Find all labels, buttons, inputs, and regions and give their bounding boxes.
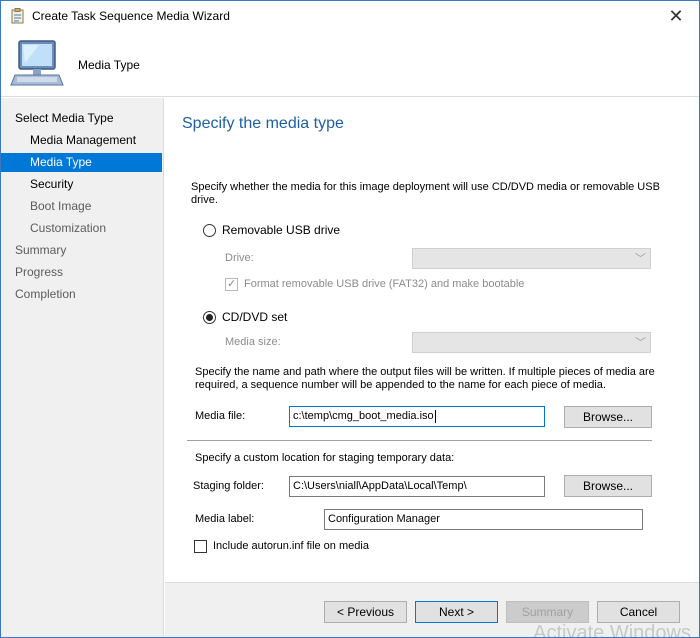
nav-item-completion[interactable]: Completion xyxy=(1,285,162,304)
nav-item-customization[interactable]: Customization xyxy=(1,219,162,238)
media-size-select[interactable]: ﹀ xyxy=(412,332,651,353)
intro-text-line2: drive. xyxy=(191,194,218,206)
nav-item-select-media-type[interactable]: Select Media Type xyxy=(1,109,162,128)
wizard-window: Create Task Sequence Media Wizard ✕ Medi… xyxy=(0,0,700,638)
format-usb-checkbox[interactable] xyxy=(225,277,238,291)
usb-radio[interactable] xyxy=(203,224,216,237)
drive-select[interactable]: ﹀ xyxy=(412,248,651,269)
intro-text-line1: Specify whether the media for this image… xyxy=(191,181,660,193)
path-note-line2: required, a sequence number will be appe… xyxy=(195,379,606,391)
staging-folder-label: Staging folder: xyxy=(193,480,264,492)
next-button[interactable]: Next > xyxy=(415,601,498,623)
media-file-label: Media file: xyxy=(195,410,246,422)
path-note-line1: Specify the name and path where the outp… xyxy=(195,366,655,378)
autorun-checkbox[interactable] xyxy=(194,540,207,553)
staging-folder-input[interactable]: C:\Users\niall\AppData\Local\Temp\ xyxy=(289,476,545,497)
usb-radio-label[interactable]: Removable USB drive xyxy=(222,224,340,237)
cancel-button[interactable]: Cancel xyxy=(597,601,680,623)
media-label-label: Media label: xyxy=(195,513,255,525)
staging-folder-browse-button[interactable]: Browse... xyxy=(564,475,652,497)
nav-item-media-management[interactable]: Media Management xyxy=(1,131,162,150)
close-icon[interactable]: ✕ xyxy=(653,1,699,31)
previous-button[interactable]: < Previous xyxy=(324,601,407,623)
media-file-value: c:\temp\cmg_boot_media.iso xyxy=(293,410,434,422)
text-caret xyxy=(434,409,436,423)
computer-monitor-icon xyxy=(9,35,65,91)
wizard-app-icon xyxy=(10,8,26,24)
autorun-label[interactable]: Include autorun.inf file on media xyxy=(213,540,369,553)
summary-button: Summary xyxy=(506,601,589,623)
staging-note: Specify a custom location for staging te… xyxy=(195,452,455,464)
media-label-input[interactable]: Configuration Manager xyxy=(324,509,643,530)
page-title: Specify the media type xyxy=(182,115,344,132)
nav-item-progress[interactable]: Progress xyxy=(1,263,162,282)
media-size-label: Media size: xyxy=(225,336,281,348)
nav-item-boot-image[interactable]: Boot Image xyxy=(1,197,162,216)
drive-label: Drive: xyxy=(225,252,254,264)
chevron-down-icon: ﹀ xyxy=(635,253,646,265)
activation-watermark: Activate Windows xyxy=(533,622,691,638)
title-bar: Create Task Sequence Media Wizard ✕ xyxy=(1,1,699,31)
chevron-down-icon: ﹀ xyxy=(635,337,646,349)
cd-dvd-radio[interactable] xyxy=(203,311,216,324)
media-file-input[interactable]: c:\temp\cmg_boot_media.iso xyxy=(289,406,545,427)
section-divider xyxy=(187,440,652,441)
cd-dvd-radio-label[interactable]: CD/DVD set xyxy=(222,311,287,324)
wizard-header: Media Type xyxy=(1,31,699,97)
format-usb-label[interactable]: Format removable USB drive (FAT32) and m… xyxy=(244,278,524,291)
media-file-browse-button[interactable]: Browse... xyxy=(564,406,652,428)
nav-item-summary[interactable]: Summary xyxy=(1,241,162,260)
window-title: Create Task Sequence Media Wizard xyxy=(32,9,230,23)
header-title: Media Type xyxy=(78,58,140,72)
wizard-nav: Select Media Type Media Management Media… xyxy=(1,98,164,637)
nav-item-security[interactable]: Security xyxy=(1,175,162,194)
nav-item-media-type[interactable]: Media Type xyxy=(1,153,162,172)
